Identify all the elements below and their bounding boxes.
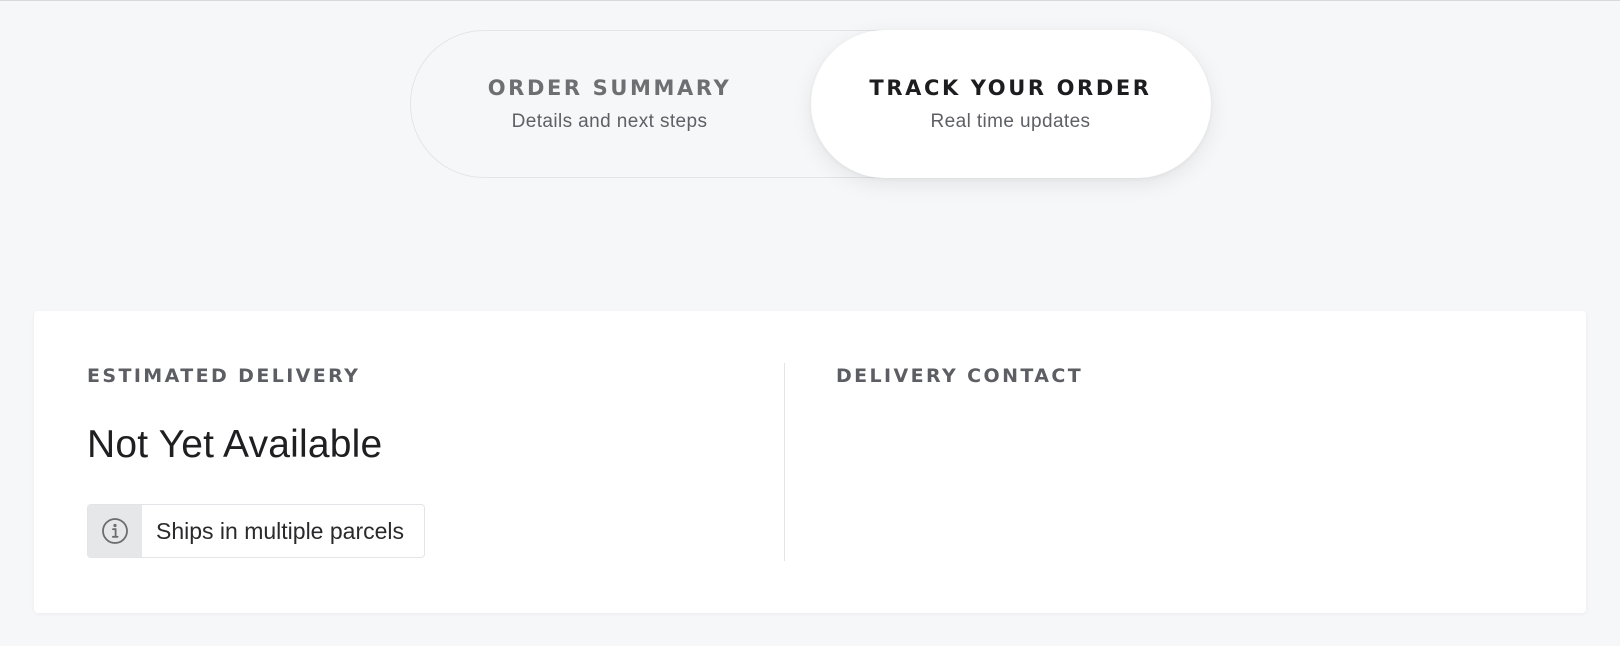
tab-order-summary[interactable]: ORDER SUMMARY Details and next steps [410, 30, 810, 178]
estimated-delivery-label: ESTIMATED DELIVERY [87, 365, 361, 387]
tab-track-your-order-title: TRACK YOUR ORDER [869, 75, 1152, 100]
top-divider [0, 0, 1620, 1]
multiple-parcels-note: Ships in multiple parcels [87, 504, 425, 558]
order-tabs: ORDER SUMMARY Details and next steps TRA… [410, 29, 1211, 178]
tab-order-summary-subtitle: Details and next steps [511, 110, 708, 132]
delivery-card: ESTIMATED DELIVERY Not Yet Available Shi… [34, 311, 1586, 613]
delivery-contact-section: DELIVERY CONTACT [836, 311, 1536, 613]
multiple-parcels-text: Ships in multiple parcels [156, 517, 405, 544]
tab-track-your-order-subtitle: Real time updates [930, 110, 1091, 132]
estimated-delivery-section: ESTIMATED DELIVERY Not Yet Available Shi… [87, 311, 737, 613]
tab-track-your-order[interactable]: TRACK YOUR ORDER Real time updates [810, 29, 1211, 178]
tab-order-summary-title: ORDER SUMMARY [487, 75, 732, 100]
delivery-contact-label: DELIVERY CONTACT [836, 365, 1084, 387]
estimated-delivery-value: Not Yet Available [87, 423, 383, 466]
info-icon [88, 505, 142, 557]
section-divider [784, 363, 785, 561]
